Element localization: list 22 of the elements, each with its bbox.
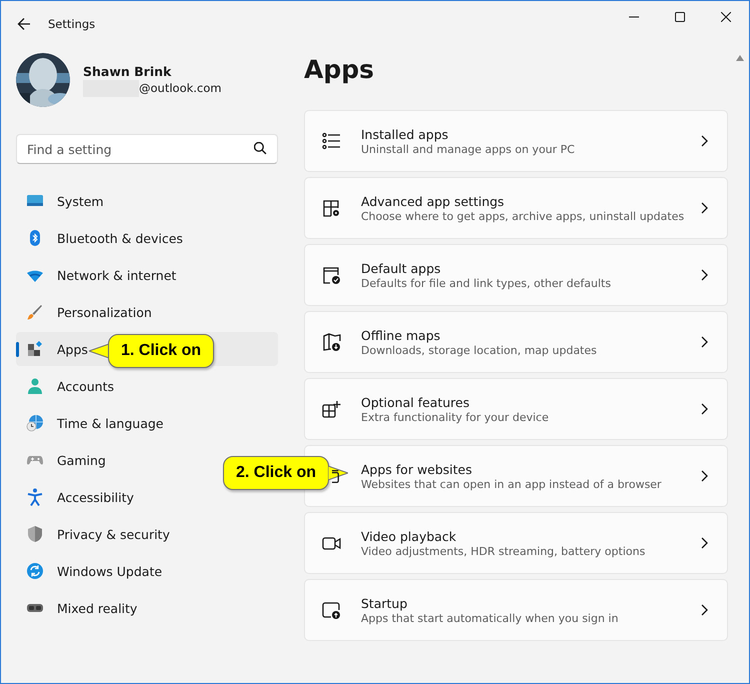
- card-description: Defaults for file and link types, other defaults: [361, 276, 612, 290]
- card-description: Websites that can open in an app instead of a browser: [361, 478, 662, 490]
- card-title: Video playback: [361, 528, 458, 544]
- card-title: Apps for websites: [361, 462, 474, 476]
- window-title: Settings: [48, 17, 96, 31]
- callout-tooltip: 2. Click on: [223, 456, 330, 490]
- card-title: Default apps: [361, 260, 442, 276]
- card-title: Offline maps: [361, 328, 442, 342]
- callout-tooltip: 1. Click on: [108, 334, 214, 368]
- card-description: Extra functionality for your device: [361, 410, 550, 424]
- card-title: Advanced app settings: [361, 194, 506, 208]
- card-description: Downloads, storage location, map updates: [361, 344, 598, 356]
- user-name: Shawn Brink: [83, 64, 172, 78]
- card-description: Apps that start automatically when you sign in: [361, 612, 620, 624]
- card-title: Optional features: [361, 394, 470, 410]
- page-title: Apps: [304, 54, 376, 86]
- card-title: Startup: [361, 596, 408, 610]
- card-description: Choose where to get apps, archive apps, uninstall updates: [361, 210, 686, 222]
- card-description: Uninstall and manage apps on your PC: [361, 142, 576, 156]
- user-email: @outlook.com: [139, 81, 222, 95]
- card-description: Video adjustments, HDR streaming, battery options: [361, 544, 646, 558]
- card-title: Installed apps: [361, 126, 450, 142]
